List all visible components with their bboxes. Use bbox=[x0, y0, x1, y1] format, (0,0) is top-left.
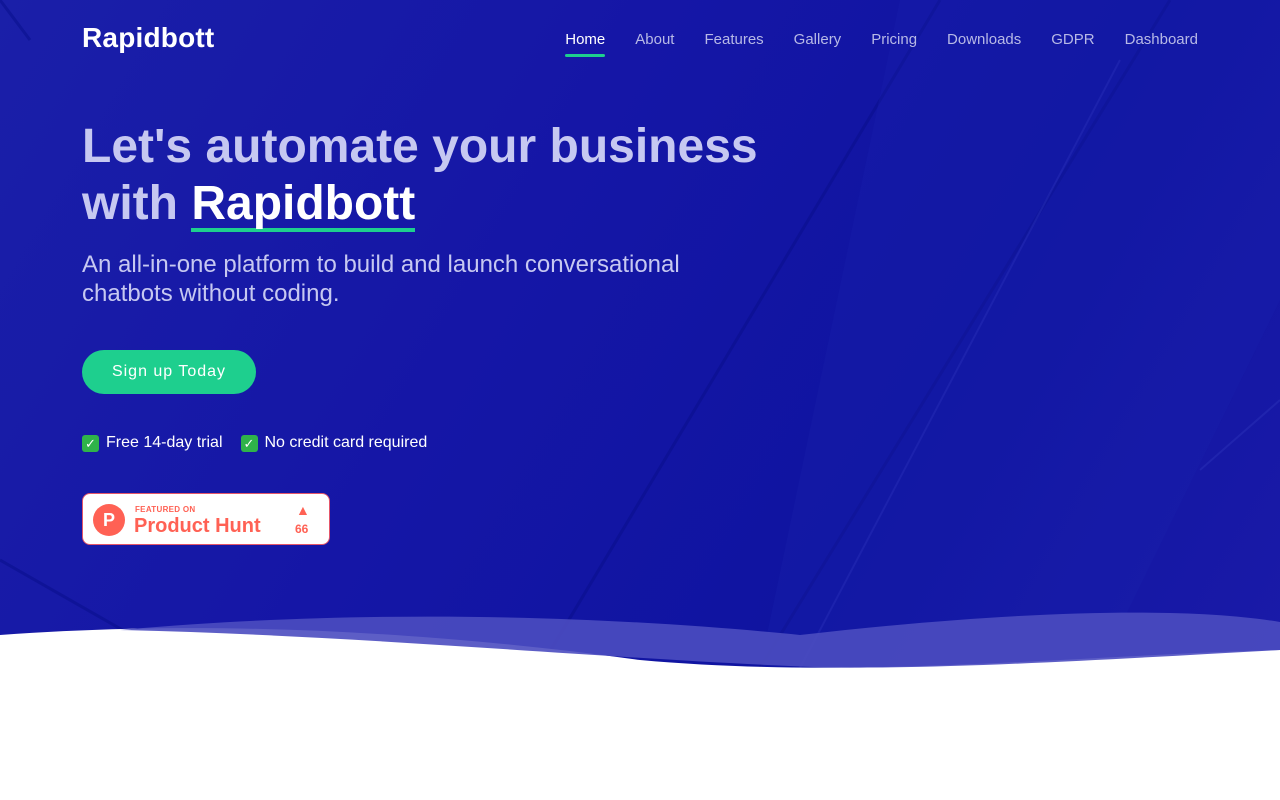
product-hunt-badge[interactable]: P FEATURED ON Product Hunt ▲ 66 bbox=[82, 493, 330, 545]
main-nav: Home About Features Gallery Pricing Downloads… bbox=[565, 31, 1198, 57]
perk-no-credit-card: ✓ No credit card required bbox=[240, 434, 428, 452]
product-hunt-name: Product Hunt bbox=[134, 515, 261, 537]
nav-item-home[interactable]: Home bbox=[565, 31, 606, 57]
check-icon: ✓ bbox=[240, 434, 258, 452]
nav-item-pricing[interactable]: Pricing bbox=[871, 31, 917, 54]
brand-logo[interactable]: Rapidbott bbox=[82, 22, 214, 54]
nav-item-downloads[interactable]: Downloads bbox=[947, 31, 1021, 54]
product-hunt-upvote-count: 66 bbox=[295, 522, 309, 536]
product-hunt-featured-label: FEATURED ON bbox=[135, 505, 196, 514]
perks-list: ✓ Free 14-day trial ✓ No credit card req… bbox=[82, 434, 427, 452]
check-icon: ✓ bbox=[82, 434, 99, 452]
hero-background-lines bbox=[0, 0, 1280, 668]
nav-item-dashboard[interactable]: Dashboard bbox=[1125, 31, 1198, 54]
signup-button[interactable]: Sign up Today bbox=[82, 350, 256, 394]
nav-item-gallery[interactable]: Gallery bbox=[794, 31, 842, 54]
product-hunt-logo-icon: P bbox=[93, 504, 125, 536]
hero-section: Rapidbott Home About Features Gallery Pricin… bbox=[0, 0, 1280, 668]
triangle-up-icon: ▲ bbox=[296, 502, 310, 518]
headline-brand: Rapidbott bbox=[191, 177, 416, 232]
perk-label: No credit card required bbox=[264, 434, 428, 451]
headline-lead: Let's automate your business with bbox=[82, 120, 758, 230]
perk-label: Free 14-day trial bbox=[106, 434, 223, 451]
hero-wave-divider bbox=[0, 612, 1280, 800]
perk-free-trial: ✓ Free 14-day trial bbox=[82, 434, 223, 452]
nav-item-about[interactable]: About bbox=[635, 31, 674, 54]
hero-subheading: An all-in-one platform to build and laun… bbox=[82, 251, 680, 307]
nav-item-gdpr[interactable]: GDPR bbox=[1051, 31, 1094, 54]
hero-headline: Let's automate your business with Rapidb… bbox=[82, 118, 782, 232]
nav-item-features[interactable]: Features bbox=[704, 31, 763, 54]
